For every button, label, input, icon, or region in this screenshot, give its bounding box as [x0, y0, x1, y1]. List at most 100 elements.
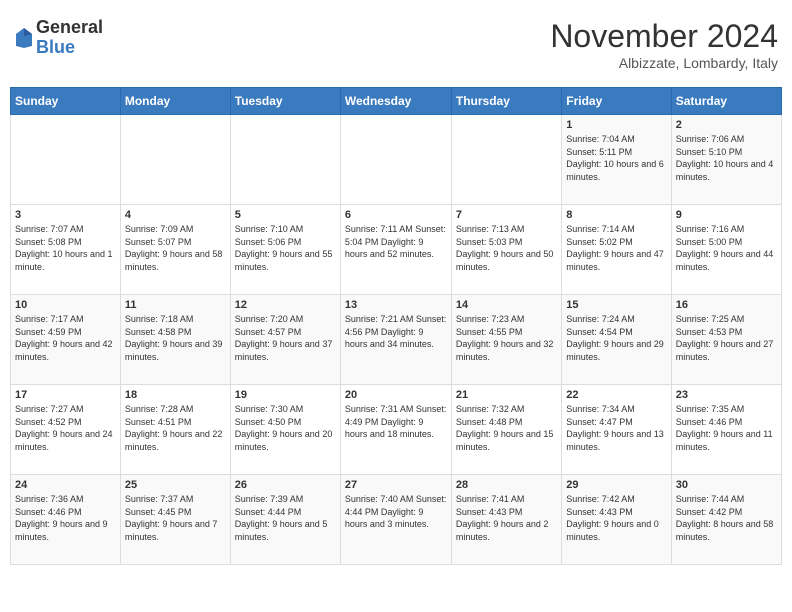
day-info: Sunrise: 7:04 AM Sunset: 5:11 PM Dayligh…	[566, 133, 666, 183]
calendar-day-cell	[120, 115, 230, 205]
calendar-week-row: 3 Sunrise: 7:07 AM Sunset: 5:08 PM Daylig…	[11, 205, 782, 295]
day-info: Sunrise: 7:30 AM Sunset: 4:50 PM Dayligh…	[235, 403, 336, 453]
day-info: Sunrise: 7:23 AM Sunset: 4:55 PM Dayligh…	[456, 313, 557, 363]
day-info: Sunrise: 7:11 AM Sunset: 5:04 PM Dayligh…	[345, 223, 447, 261]
day-info: Sunrise: 7:07 AM Sunset: 5:08 PM Dayligh…	[15, 223, 116, 273]
day-info: Sunrise: 7:17 AM Sunset: 4:59 PM Dayligh…	[15, 313, 116, 363]
calendar-day-cell: 21 Sunrise: 7:32 AM Sunset: 4:48 PM Dayli…	[451, 385, 561, 475]
day-number: 5	[235, 209, 336, 221]
day-info: Sunrise: 7:34 AM Sunset: 4:47 PM Dayligh…	[566, 403, 666, 453]
calendar-day-cell: 3 Sunrise: 7:07 AM Sunset: 5:08 PM Daylig…	[11, 205, 121, 295]
day-info: Sunrise: 7:31 AM Sunset: 4:49 PM Dayligh…	[345, 403, 447, 441]
calendar-day-cell: 15 Sunrise: 7:24 AM Sunset: 4:54 PM Dayli…	[562, 295, 671, 385]
calendar-day-cell: 14 Sunrise: 7:23 AM Sunset: 4:55 PM Dayli…	[451, 295, 561, 385]
day-number: 9	[676, 209, 777, 221]
location-title: Albizzate, Lombardy, Italy	[550, 55, 778, 71]
day-number: 28	[456, 479, 557, 491]
calendar-day-cell: 16Sunrise: 7:25 AM Sunset: 4:53 PM Dayli…	[671, 295, 781, 385]
calendar-day-cell: 18 Sunrise: 7:28 AM Sunset: 4:51 PM Dayli…	[120, 385, 230, 475]
day-number: 27	[345, 479, 447, 491]
day-number: 2	[676, 119, 777, 131]
day-info: Sunrise: 7:37 AM Sunset: 4:45 PM Dayligh…	[125, 493, 226, 543]
day-info: Sunrise: 7:27 AM Sunset: 4:52 PM Dayligh…	[15, 403, 116, 453]
calendar-day-cell: 6 Sunrise: 7:11 AM Sunset: 5:04 PM Daylig…	[340, 205, 451, 295]
day-number: 8	[566, 209, 666, 221]
day-number: 26	[235, 479, 336, 491]
calendar-week-row: 17 Sunrise: 7:27 AM Sunset: 4:52 PM Dayli…	[11, 385, 782, 475]
day-number: 6	[345, 209, 447, 221]
day-info: Sunrise: 7:21 AM Sunset: 4:56 PM Dayligh…	[345, 313, 447, 351]
day-number: 20	[345, 389, 447, 401]
day-number: 24	[15, 479, 116, 491]
day-number: 13	[345, 299, 447, 311]
calendar-day-cell	[230, 115, 340, 205]
day-number: 4	[125, 209, 226, 221]
day-number: 15	[566, 299, 666, 311]
calendar-day-cell: 4Sunrise: 7:09 AM Sunset: 5:07 PM Daylig…	[120, 205, 230, 295]
day-number: 10	[15, 299, 116, 311]
day-number: 18	[125, 389, 226, 401]
day-info: Sunrise: 7:13 AM Sunset: 5:03 PM Dayligh…	[456, 223, 557, 273]
day-info: Sunrise: 7:24 AM Sunset: 4:54 PM Dayligh…	[566, 313, 666, 363]
day-number: 3	[15, 209, 116, 221]
day-number: 1	[566, 119, 666, 131]
calendar-day-cell: 30Sunrise: 7:44 AM Sunset: 4:42 PM Dayli…	[671, 475, 781, 565]
calendar-day-cell: 5 Sunrise: 7:10 AM Sunset: 5:06 PM Daylig…	[230, 205, 340, 295]
day-number: 21	[456, 389, 557, 401]
calendar-day-cell: 28 Sunrise: 7:41 AM Sunset: 4:43 PM Dayli…	[451, 475, 561, 565]
day-number: 17	[15, 389, 116, 401]
day-info: Sunrise: 7:28 AM Sunset: 4:51 PM Dayligh…	[125, 403, 226, 453]
day-info: Sunrise: 7:41 AM Sunset: 4:43 PM Dayligh…	[456, 493, 557, 543]
calendar-day-cell: 26 Sunrise: 7:39 AM Sunset: 4:44 PM Dayli…	[230, 475, 340, 565]
calendar-day-cell: 13 Sunrise: 7:21 AM Sunset: 4:56 PM Dayli…	[340, 295, 451, 385]
day-info: Sunrise: 7:42 AM Sunset: 4:43 PM Dayligh…	[566, 493, 666, 543]
day-info: Sunrise: 7:14 AM Sunset: 5:02 PM Dayligh…	[566, 223, 666, 273]
calendar-day-cell: 19 Sunrise: 7:30 AM Sunset: 4:50 PM Dayli…	[230, 385, 340, 475]
day-info: Sunrise: 7:32 AM Sunset: 4:48 PM Dayligh…	[456, 403, 557, 453]
calendar-week-row: 1 Sunrise: 7:04 AM Sunset: 5:11 PM Daylig…	[11, 115, 782, 205]
calendar-day-cell: 17 Sunrise: 7:27 AM Sunset: 4:52 PM Dayli…	[11, 385, 121, 475]
day-info: Sunrise: 7:16 AM Sunset: 5:00 PM Dayligh…	[676, 223, 777, 273]
day-number: 22	[566, 389, 666, 401]
calendar-day-cell: 27 Sunrise: 7:40 AM Sunset: 4:44 PM Dayli…	[340, 475, 451, 565]
day-number: 11	[125, 299, 226, 311]
day-number: 29	[566, 479, 666, 491]
calendar-day-cell: 11 Sunrise: 7:18 AM Sunset: 4:58 PM Dayli…	[120, 295, 230, 385]
calendar-header-cell: Saturday	[671, 88, 781, 115]
day-info: Sunrise: 7:10 AM Sunset: 5:06 PM Dayligh…	[235, 223, 336, 273]
day-info: Sunrise: 7:39 AM Sunset: 4:44 PM Dayligh…	[235, 493, 336, 543]
calendar-day-cell	[11, 115, 121, 205]
calendar-day-cell: 25 Sunrise: 7:37 AM Sunset: 4:45 PM Dayli…	[120, 475, 230, 565]
title-area: November 2024 Albizzate, Lombardy, Italy	[550, 18, 778, 71]
calendar-header-cell: Tuesday	[230, 88, 340, 115]
day-number: 19	[235, 389, 336, 401]
logo-icon	[14, 26, 34, 50]
calendar-header-cell: Wednesday	[340, 88, 451, 115]
day-info: Sunrise: 7:06 AM Sunset: 5:10 PM Dayligh…	[676, 133, 777, 183]
day-info: Sunrise: 7:35 AM Sunset: 4:46 PM Dayligh…	[676, 403, 777, 453]
calendar-body: 1 Sunrise: 7:04 AM Sunset: 5:11 PM Daylig…	[11, 115, 782, 565]
calendar-day-cell	[451, 115, 561, 205]
calendar-day-cell: 8 Sunrise: 7:14 AM Sunset: 5:02 PM Daylig…	[562, 205, 671, 295]
calendar-week-row: 10 Sunrise: 7:17 AM Sunset: 4:59 PM Dayli…	[11, 295, 782, 385]
day-number: 14	[456, 299, 557, 311]
calendar-day-cell: 23 Sunrise: 7:35 AM Sunset: 4:46 PM Dayli…	[671, 385, 781, 475]
calendar-day-cell: 12Sunrise: 7:20 AM Sunset: 4:57 PM Dayli…	[230, 295, 340, 385]
day-info: Sunrise: 7:25 AM Sunset: 4:53 PM Dayligh…	[676, 313, 777, 363]
calendar-day-cell: 7Sunrise: 7:13 AM Sunset: 5:03 PM Daylig…	[451, 205, 561, 295]
calendar-header-cell: Sunday	[11, 88, 121, 115]
day-info: Sunrise: 7:44 AM Sunset: 4:42 PM Dayligh…	[676, 493, 777, 543]
logo-blue-text: Blue	[36, 38, 103, 58]
calendar-day-cell: 22 Sunrise: 7:34 AM Sunset: 4:47 PM Dayli…	[562, 385, 671, 475]
calendar-day-cell: 2 Sunrise: 7:06 AM Sunset: 5:10 PM Daylig…	[671, 115, 781, 205]
day-info: Sunrise: 7:18 AM Sunset: 4:58 PM Dayligh…	[125, 313, 226, 363]
month-title: November 2024	[550, 18, 778, 55]
calendar-day-cell: 24 Sunrise: 7:36 AM Sunset: 4:46 PM Dayli…	[11, 475, 121, 565]
day-info: Sunrise: 7:36 AM Sunset: 4:46 PM Dayligh…	[15, 493, 116, 543]
calendar-header-cell: Monday	[120, 88, 230, 115]
calendar-header-cell: Thursday	[451, 88, 561, 115]
day-number: 23	[676, 389, 777, 401]
day-info: Sunrise: 7:40 AM Sunset: 4:44 PM Dayligh…	[345, 493, 447, 531]
day-number: 25	[125, 479, 226, 491]
logo-general-text: General	[36, 18, 103, 38]
